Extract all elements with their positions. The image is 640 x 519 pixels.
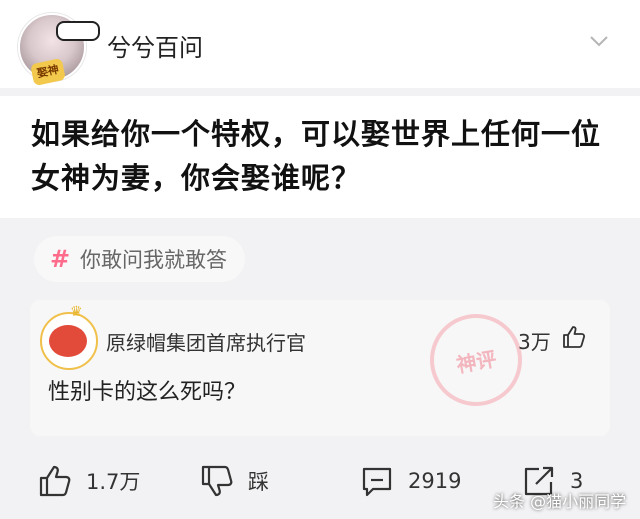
face-icon — [49, 325, 87, 357]
dislike-label: 踩 — [248, 470, 269, 494]
hash-icon: # — [49, 245, 71, 273]
avatar-badge: 娶神 — [30, 57, 66, 87]
crown-icon: ♛ — [70, 304, 83, 320]
question-block: 如果给你一个特权，可以娶世界上任何一位女神为妻，你会娶谁呢？ — [0, 96, 640, 218]
comment-like-count: 3万 — [518, 330, 551, 354]
top-comment-card[interactable]: ♛ 原绿帽集团首席执行官 神评 3万 性别卡的这么死吗？ — [30, 300, 610, 436]
question-title[interactable]: 如果给你一个特权，可以娶世界上任何一位女神为妻，你会娶谁呢？ — [31, 112, 621, 200]
comment-icon — [362, 467, 392, 497]
hot-comment-stamp: 神评 — [422, 306, 530, 414]
comment-count: 2919 — [408, 469, 462, 493]
topic-tag-label: 你敢问我就敢答 — [80, 248, 227, 272]
comment-button[interactable]: 2919 — [360, 464, 461, 498]
like-button[interactable]: 1.7万 — [38, 464, 140, 498]
like-count: 1.7万 — [86, 470, 141, 494]
watermark: 头条 @猫小丽同学 — [493, 492, 627, 511]
post-header: 娶神 兮兮百问 — [0, 0, 640, 88]
chevron-down-icon[interactable] — [588, 30, 610, 52]
thumbs-up-icon[interactable] — [561, 324, 587, 350]
eyes-sticker-icon — [56, 21, 100, 41]
author-name[interactable]: 兮兮百问 — [107, 28, 203, 63]
commenter-avatar[interactable] — [40, 312, 98, 370]
thumbs-up-icon — [39, 465, 71, 497]
user-avatar[interactable]: 娶神 — [18, 13, 100, 87]
topic-tag[interactable]: # 你敢问我就敢答 — [34, 236, 245, 282]
comment-text: 性别卡的这么死吗？ — [48, 380, 247, 405]
commenter-name[interactable]: 原绿帽集团首席执行官 — [106, 327, 306, 356]
dislike-button[interactable]: 踩 — [200, 464, 269, 498]
thumbs-down-icon — [201, 465, 233, 497]
